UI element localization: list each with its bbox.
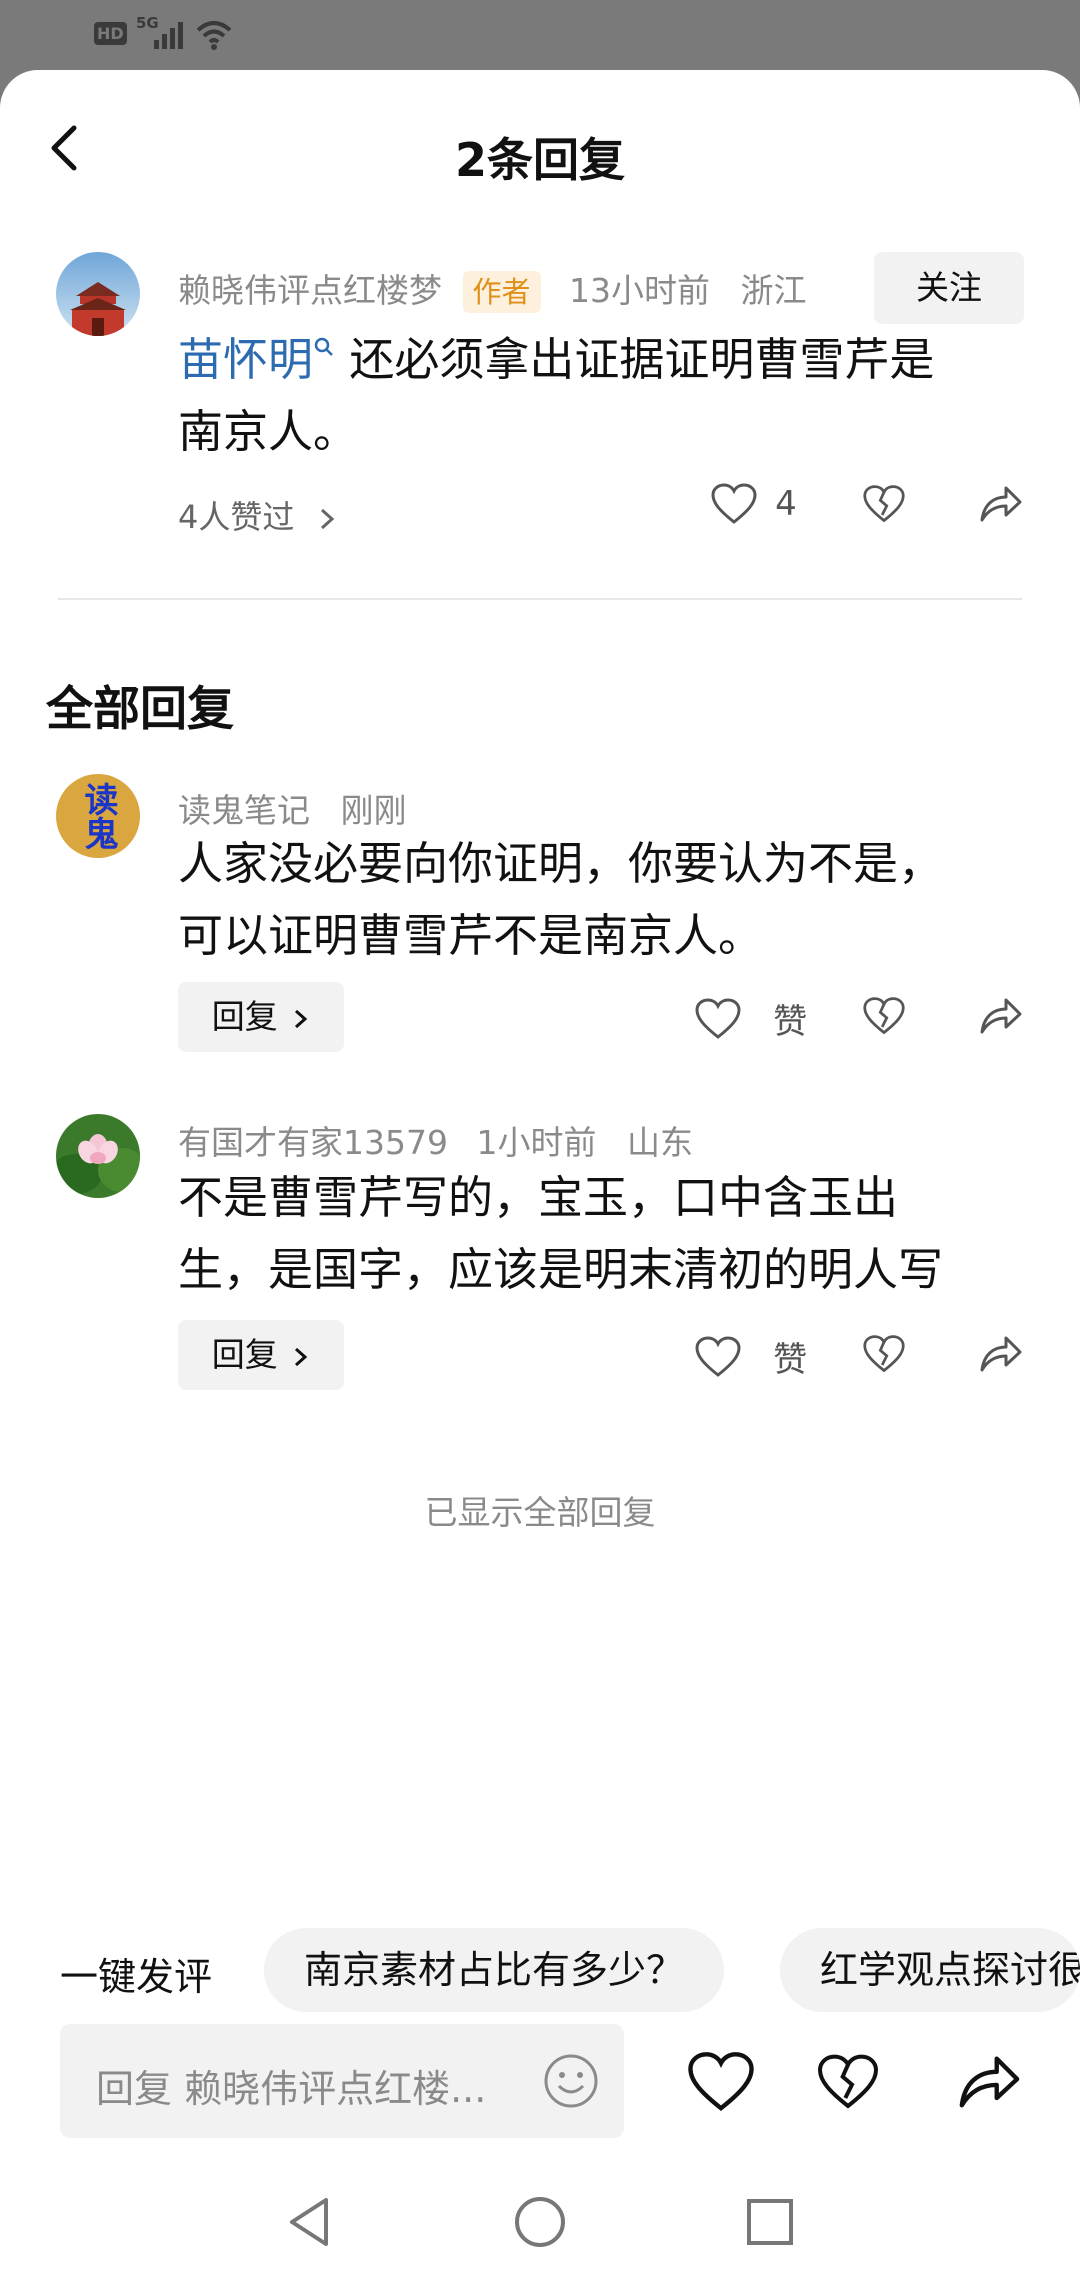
share-icon[interactable]: [952, 2050, 1024, 2114]
reply-button-label: 回复: [211, 1335, 278, 1374]
comment-text: 苗怀明 还必须拿出证据证明曹雪芹是 南京人。: [178, 324, 1038, 468]
heart-icon: [711, 483, 757, 524]
chevron-right-icon: [295, 1009, 308, 1028]
end-of-replies-note: 已显示全部回复: [424, 1493, 656, 1532]
timestamp: 1小时前: [476, 1123, 597, 1162]
reply-button-label: 回复: [211, 997, 278, 1036]
reply-sheet: 2条回复 赖晓伟评点红楼梦 作者 13小时前 浙江 关注 苗怀明 还必须拿出证据…: [0, 70, 1080, 2280]
search-icon: [314, 337, 333, 356]
author-badge: 作者: [462, 271, 541, 313]
chevron-right-icon: [320, 508, 334, 530]
section-title: 全部回复: [46, 682, 234, 737]
author-name[interactable]: 有国才有家13579: [178, 1123, 448, 1162]
comment-text-line2: 生，是国字，应该是明末清初的明人写: [178, 1243, 944, 1296]
follow-button[interactable]: 关注: [874, 252, 1024, 324]
status-bar: HD 5G: [0, 0, 1080, 72]
heart-icon: [695, 997, 741, 1039]
quick-reply-label: 一键发评: [60, 1955, 213, 1999]
comment-text: 人家没必要向你证明，你要认为不是， 可以证明曹雪芹不是南京人。: [178, 828, 1058, 972]
avatar[interactable]: 读鬼: [56, 774, 140, 858]
share-icon[interactable]: [976, 482, 1024, 526]
avatar[interactable]: [56, 252, 140, 336]
share-icon[interactable]: [976, 994, 1024, 1038]
likes-summary-label: 4人赞过: [178, 498, 295, 536]
like-button[interactable]: 赞: [694, 994, 807, 1043]
quick-reply-chip[interactable]: 南京素材占比有多少？: [264, 1928, 725, 2012]
nav-home-icon[interactable]: [512, 2194, 568, 2250]
like-count: 4: [775, 484, 797, 524]
nav-back-icon[interactable]: [284, 2194, 334, 2250]
heart-icon: [695, 1335, 741, 1377]
quick-reply-chip[interactable]: 红学观点探讨很: [780, 1928, 1080, 2012]
comment-text-line1: 不是曹雪芹写的，宝玉，口中含玉出: [178, 1171, 899, 1224]
likes-summary[interactable]: 4人赞过: [178, 492, 337, 538]
emoji-icon[interactable]: [542, 2052, 600, 2110]
comment-text-line1: 人家没必要向你证明，你要认为不是，: [178, 837, 944, 890]
broken-heart-icon[interactable]: [862, 994, 906, 1038]
comment-meta: 读鬼笔记 刚刚: [178, 784, 407, 832]
comment-text-line1: 还必须拿出证据证明曹雪芹是: [335, 333, 935, 386]
heart-icon[interactable]: [686, 2050, 756, 2114]
comment-text-line2: 可以证明曹雪芹不是南京人。: [178, 909, 764, 962]
hd-icon: HD: [94, 22, 127, 45]
reply-input[interactable]: 回复 赖晓伟评点红楼...: [60, 2024, 624, 2138]
reply-input-placeholder: 回复 赖晓伟评点红楼...: [96, 2067, 487, 2111]
author-name[interactable]: 读鬼笔记: [178, 791, 310, 830]
share-icon[interactable]: [976, 1332, 1024, 1376]
like-button[interactable]: 赞: [694, 1332, 807, 1381]
comment-text-line2: 南京人。: [178, 405, 359, 458]
mention-link[interactable]: 苗怀明: [178, 333, 313, 386]
avatar[interactable]: [56, 1114, 140, 1198]
chevron-right-icon: [295, 1347, 308, 1366]
like-label: 赞: [773, 1340, 808, 1380]
broken-heart-icon[interactable]: [862, 1332, 906, 1376]
signal-icon: [154, 22, 183, 49]
timestamp: 13小时前: [569, 271, 711, 310]
nav-recents-icon[interactable]: [744, 2196, 796, 2248]
wifi-icon: [196, 21, 232, 50]
divider: [58, 598, 1022, 600]
reply-button[interactable]: 回复: [178, 982, 344, 1052]
timestamp: 刚刚: [340, 791, 407, 830]
comment-meta: 赖晓伟评点红楼梦 作者 13小时前 浙江: [178, 264, 807, 313]
reply-button[interactable]: 回复: [178, 1320, 344, 1390]
location: 浙江: [740, 271, 807, 310]
author-name[interactable]: 赖晓伟评点红楼梦: [178, 271, 442, 310]
like-button[interactable]: 4: [710, 482, 797, 526]
like-label: 赞: [773, 1002, 808, 1042]
broken-heart-icon[interactable]: [816, 2050, 880, 2114]
comment-text: 不是曹雪芹写的，宝玉，口中含玉出 生，是国字，应该是明末清初的明人写: [178, 1162, 1058, 1306]
page-title: 2条回复: [454, 133, 625, 187]
comment-meta: 有国才有家13579 1小时前 山东: [178, 1116, 693, 1164]
broken-heart-icon[interactable]: [862, 482, 906, 526]
avatar-text: 读鬼: [78, 782, 118, 850]
location: 山东: [626, 1123, 693, 1162]
